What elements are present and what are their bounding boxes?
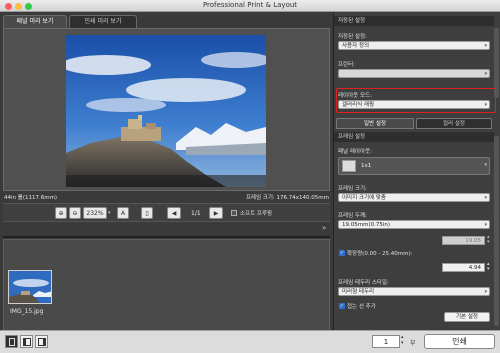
extension-label: 확장량(0.00 - 25.40mm):: [347, 251, 413, 257]
copies-stepper-icon[interactable]: ▴ ▾: [401, 334, 404, 346]
add-line-label: 접는 선 추가: [347, 304, 376, 310]
border-style-select[interactable]: 미러형 테두리 ▾: [338, 287, 490, 296]
stepper-icon[interactable]: ▴ ▾: [487, 262, 490, 272]
page-icon: ▯: [145, 210, 149, 217]
zoom-value: 232%: [86, 210, 104, 217]
print-button[interactable]: 인쇄: [424, 334, 495, 349]
layout-mode-select[interactable]: 갤러리식 래핑 ▾: [338, 100, 490, 109]
frame-thickness-select[interactable]: 19.05mm(0.75in) ▾: [338, 220, 490, 229]
single-view-icon: [9, 338, 15, 346]
saved-settings-select[interactable]: 사용자 정의 ▾: [338, 41, 490, 50]
preview-area: [3, 28, 330, 191]
thickness-number-input[interactable]: 19.05: [442, 236, 485, 245]
next-page-button[interactable]: ▶: [209, 207, 223, 219]
extension-checkbox[interactable]: ✓: [339, 250, 345, 256]
tab-panel-preview[interactable]: 패널 미리 보기: [3, 15, 67, 28]
view-split-button[interactable]: [20, 335, 33, 348]
tab-print-preview[interactable]: 인쇄 미리 보기: [69, 15, 137, 28]
chevron-down-icon: ▾: [484, 43, 487, 49]
layout-mode-value: 갤러리식 래핑: [342, 102, 375, 108]
saved-settings-label: 저장된 설정:: [338, 34, 367, 40]
border-style-value: 미러형 테두리: [342, 289, 375, 295]
chevron-down-icon: ▾: [484, 222, 487, 228]
chevron-down-icon: ▾: [484, 289, 487, 295]
chevron-down-icon: ▾: [484, 71, 487, 77]
arrow-right-icon: ▶: [213, 210, 219, 217]
text-guide-icon: A: [120, 210, 126, 217]
copies-input[interactable]: 1: [372, 335, 400, 348]
panel-layout-value: 1x1: [361, 163, 372, 169]
paper-size-label: 44in 롤(1117.6mm): [4, 195, 58, 201]
settings-panel: 저장된 설정 저장된 설정: 사용자 정의 ▾ 프린터: ▾ 레이아웃 모드: …: [333, 12, 500, 340]
preview-image[interactable]: [66, 35, 266, 187]
panel-layout-select[interactable]: 1x1 ▾: [338, 157, 490, 175]
frame-settings-scrollbar[interactable]: [494, 136, 499, 326]
default-settings-button[interactable]: 기본 설정: [444, 312, 490, 322]
main-area: 패널 미리 보기 인쇄 미리 보기 44in 롤(1117.6mm) 프레임 크…: [0, 12, 333, 351]
strip-view-icon: [38, 338, 46, 346]
chevron-down-icon: ▾: [484, 102, 487, 108]
zoom-out-icon: ⊖: [72, 210, 78, 217]
layout-mode-label: 레이아웃 모드:: [338, 93, 372, 99]
strip-divider: [3, 236, 330, 238]
thumbnail-image[interactable]: [8, 270, 52, 304]
frame-size-label: 프레임 크기:: [338, 186, 367, 192]
chevron-down-icon: ▾: [484, 162, 487, 168]
guide-button[interactable]: A: [117, 207, 129, 219]
view-strip-button[interactable]: [35, 335, 48, 348]
frame-thickness-value: 19.05mm(0.75in): [342, 222, 391, 228]
printer-select[interactable]: ▾: [338, 69, 490, 78]
page-indicator: 1/1: [191, 210, 201, 217]
printer-label: 프린터:: [338, 62, 356, 68]
prev-page-button[interactable]: ◀: [167, 207, 181, 219]
bottom-bar: 1 ▴ ▾ 부 인쇄: [0, 330, 500, 353]
thumbnail-filename: IMG_15.jpg: [10, 308, 44, 315]
tab-general-settings[interactable]: 일반 설정: [336, 118, 414, 129]
zoom-in-icon: ⊕: [58, 210, 64, 217]
window-title: Professional Print & Layout: [202, 1, 298, 9]
split-view-icon: [23, 338, 31, 346]
frame-thickness-label: 프레임 두께:: [338, 213, 367, 219]
layout-1x1-icon: [342, 160, 356, 172]
tab-color-settings[interactable]: 컬러 설정: [416, 118, 492, 129]
border-style-label: 프레임 테두리 스타일:: [338, 280, 389, 286]
collapse-strip-icon[interactable]: »: [322, 224, 326, 232]
saved-settings-value: 사용자 정의: [342, 43, 370, 49]
preview-toolbar: ⊕ ⊖ 232% ▾ A ▯ ◀ 1/1 ▶ 소프트 프루핑: [3, 203, 330, 222]
zoom-in-button[interactable]: ⊕: [55, 207, 67, 219]
saved-settings-header: 저장된 설정: [334, 16, 494, 26]
view-single-button[interactable]: [5, 335, 18, 348]
zoom-select[interactable]: 232%: [83, 207, 107, 219]
title-bar: Professional Print & Layout: [0, 0, 500, 12]
chevron-down-icon: ▾: [108, 210, 111, 216]
chevron-down-icon: ▾: [484, 195, 487, 201]
extension-number-input[interactable]: 4.94: [442, 263, 485, 272]
panel-layout-label: 패널 레이아웃:: [338, 149, 372, 155]
soft-proof-checkbox[interactable]: [231, 210, 237, 216]
arrow-left-icon: ◀: [171, 210, 177, 217]
frame-size-select[interactable]: 이미지 크기에 맞춤 ▾: [338, 193, 490, 202]
add-line-checkbox[interactable]: ✓: [339, 303, 345, 309]
frame-size-value: 이미지 크기에 맞춤: [342, 195, 386, 201]
soft-proof-label: 소프트 프루핑: [240, 211, 273, 217]
copies-unit-label: 부: [410, 340, 416, 347]
stepper-icon[interactable]: ▴ ▾: [487, 235, 490, 245]
frame-settings-header: 프레임 설정: [334, 132, 494, 142]
frame-size-readout: 프레임 크기: 176.74x140.05mm: [245, 195, 329, 201]
zoom-out-button[interactable]: ⊖: [69, 207, 81, 219]
page-button[interactable]: ▯: [141, 207, 153, 219]
